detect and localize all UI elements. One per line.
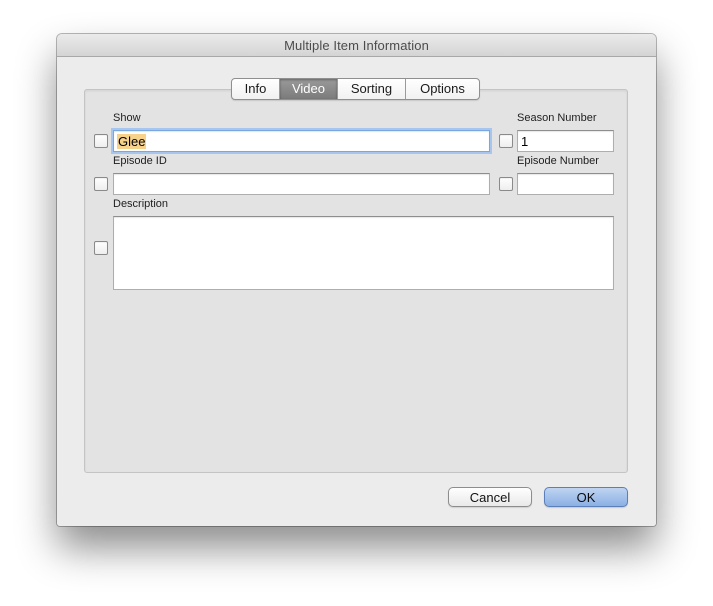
tab-bar: Info Video Sorting Options bbox=[231, 78, 480, 100]
show-field[interactable]: Glee bbox=[113, 130, 490, 152]
episode-id-apply-checkbox[interactable] bbox=[94, 177, 108, 191]
video-tab-panel: Show Glee Season Number 1 Episode ID Epi… bbox=[84, 89, 628, 473]
episode-number-label: Episode Number bbox=[517, 155, 599, 167]
dialog-content: Show Glee Season Number 1 Episode ID Epi… bbox=[57, 57, 656, 526]
multiple-item-information-dialog: Multiple Item Information Show Glee Seas… bbox=[57, 34, 656, 526]
window-title: Multiple Item Information bbox=[284, 38, 429, 53]
tab-sorting[interactable]: Sorting bbox=[338, 79, 406, 99]
title-bar[interactable]: Multiple Item Information bbox=[57, 34, 656, 57]
episode-number-apply-checkbox[interactable] bbox=[499, 177, 513, 191]
ok-button[interactable]: OK bbox=[544, 487, 628, 507]
episode-id-field[interactable] bbox=[113, 173, 490, 195]
season-number-field-value: 1 bbox=[521, 134, 529, 149]
description-apply-checkbox[interactable] bbox=[94, 241, 108, 255]
tab-info[interactable]: Info bbox=[232, 79, 280, 99]
cancel-button[interactable]: Cancel bbox=[448, 487, 532, 507]
description-label: Description bbox=[113, 198, 169, 210]
show-apply-checkbox[interactable] bbox=[94, 134, 108, 148]
episode-number-field[interactable] bbox=[517, 173, 614, 195]
tab-video[interactable]: Video bbox=[280, 79, 338, 99]
show-label: Show bbox=[113, 112, 141, 124]
desktop: Multiple Item Information Show Glee Seas… bbox=[0, 0, 713, 606]
description-textarea[interactable] bbox=[113, 216, 614, 290]
episode-id-label: Episode ID bbox=[113, 155, 167, 167]
season-number-label: Season Number bbox=[517, 112, 597, 124]
show-field-value: Glee bbox=[117, 134, 147, 149]
tab-options[interactable]: Options bbox=[406, 79, 479, 99]
season-number-apply-checkbox[interactable] bbox=[499, 134, 513, 148]
season-number-field[interactable]: 1 bbox=[517, 130, 614, 152]
